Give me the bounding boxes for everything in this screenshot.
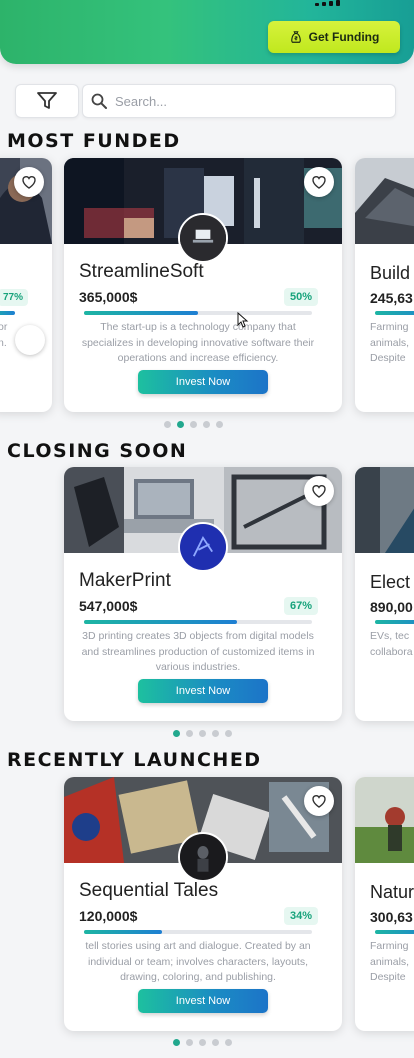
project-card[interactable]: Sequential Tales 120,000$ 34% tell stori… [64,777,342,1031]
funding-progress-bar [375,311,414,315]
project-card-partial-right[interactable]: Build 245,63 Farming animals, Despite [355,158,414,412]
section-title-closing-soon: CLOSING SOON [7,440,188,462]
favorite-button[interactable] [304,786,334,816]
funded-amount: 300,63 [370,909,413,925]
project-card[interactable]: StreamlineSoft 365,000$ 50% The start-up… [64,158,342,412]
heart-icon [22,176,36,189]
favorite-button[interactable] [15,325,45,355]
favorite-button[interactable] [304,476,334,506]
favorite-button[interactable] [14,167,44,197]
carousel-dot[interactable] [225,1039,232,1046]
funded-percent: 34% [284,907,319,925]
project-image [355,158,414,244]
carousel-dot[interactable] [173,730,180,737]
project-name: Sequential Tales [79,880,219,901]
project-image [355,777,414,863]
invest-now-button[interactable]: Invest Now [138,679,268,703]
section-title-most-funded: MOST FUNDED [7,130,181,152]
project-name: MakerPrint [79,570,171,591]
carousel-dot[interactable] [199,1039,206,1046]
project-name: Elect [370,572,411,592]
project-description: The start-up is a technology company tha… [81,321,315,364]
funding-progress-bar [375,930,414,934]
cursor-icon [237,312,249,328]
get-funding-button[interactable]: Get Funding [268,21,400,53]
carousel-dot[interactable] [216,421,223,428]
heart-icon [312,485,326,498]
app-header: Get Funding [0,0,414,64]
heart-icon [312,176,326,189]
carousel-dot[interactable] [177,421,184,428]
carousel-dot[interactable] [199,730,206,737]
heart-icon [312,795,326,808]
funded-amount: 120,000$ [79,908,138,924]
project-image [355,467,414,553]
funding-progress-bar [375,620,414,624]
project-card-partial-right[interactable]: Elect 890,00 EVs, tec collabora [355,467,414,721]
project-name: Build [370,263,411,283]
filter-button[interactable] [15,84,79,118]
project-name: Natur [370,882,414,902]
search-bar[interactable] [82,84,396,118]
carousel-dots [173,1039,232,1046]
funding-progress-track [84,930,312,934]
funding-progress-track [84,311,312,315]
project-description: Farming animals, Despite [370,321,410,364]
project-description: EVs, tec collabora [370,630,413,658]
project-logo [178,522,228,572]
favorite-button[interactable] [304,167,334,197]
project-name: StreamlineSoft [79,261,204,282]
project-logo [178,213,228,263]
funded-amount: 245,63 [370,290,413,306]
funding-progress-track [84,620,312,624]
project-description: 3D printing creates 3D objects from digi… [81,630,315,673]
project-card-partial-right[interactable]: Natur 300,63 Farming animals, Despite [355,777,414,1031]
search-icon [91,93,107,109]
funding-progress-fill [84,311,198,315]
project-card[interactable]: MakerPrint 547,000$ 67% 3D printing crea… [64,467,342,721]
carousel-dot[interactable] [225,730,232,737]
project-description: Farming animals, Despite [370,940,410,983]
project-description: tell stories using art and dialogue. Cre… [85,940,311,983]
invest-now-button[interactable]: Invest Now [138,370,268,394]
money-bag-icon [290,31,301,43]
funding-progress-fill [84,930,162,934]
funded-amount: 890,00 [370,599,413,615]
filter-icon [37,92,57,109]
funding-progress-fill [84,620,237,624]
funding-progress-bar [0,311,15,315]
invest-now-button[interactable]: Invest Now [138,989,268,1013]
section-title-recently-launched: RECENTLY LAUNCHED [7,749,262,771]
signal-strength-icon [315,0,340,6]
carousel-dots [164,421,223,428]
search-input[interactable] [115,93,375,109]
carousel-dot[interactable] [212,1039,219,1046]
funded-amount: 365,000$ [79,289,138,305]
carousel-dots [173,730,232,737]
carousel-dot[interactable] [203,421,210,428]
project-description: or n. [0,321,8,349]
funded-percent: 77% [0,289,29,306]
carousel-dot[interactable] [173,1039,180,1046]
carousel-dot[interactable] [190,421,197,428]
funded-percent: 50% [284,288,319,306]
carousel-dot[interactable] [186,1039,193,1046]
get-funding-label: Get Funding [308,30,380,44]
project-logo [178,832,228,882]
carousel-dot[interactable] [164,421,171,428]
funded-percent: 67% [284,597,319,615]
carousel-dot[interactable] [212,730,219,737]
funded-amount: 547,000$ [79,598,138,614]
carousel-dot[interactable] [186,730,193,737]
